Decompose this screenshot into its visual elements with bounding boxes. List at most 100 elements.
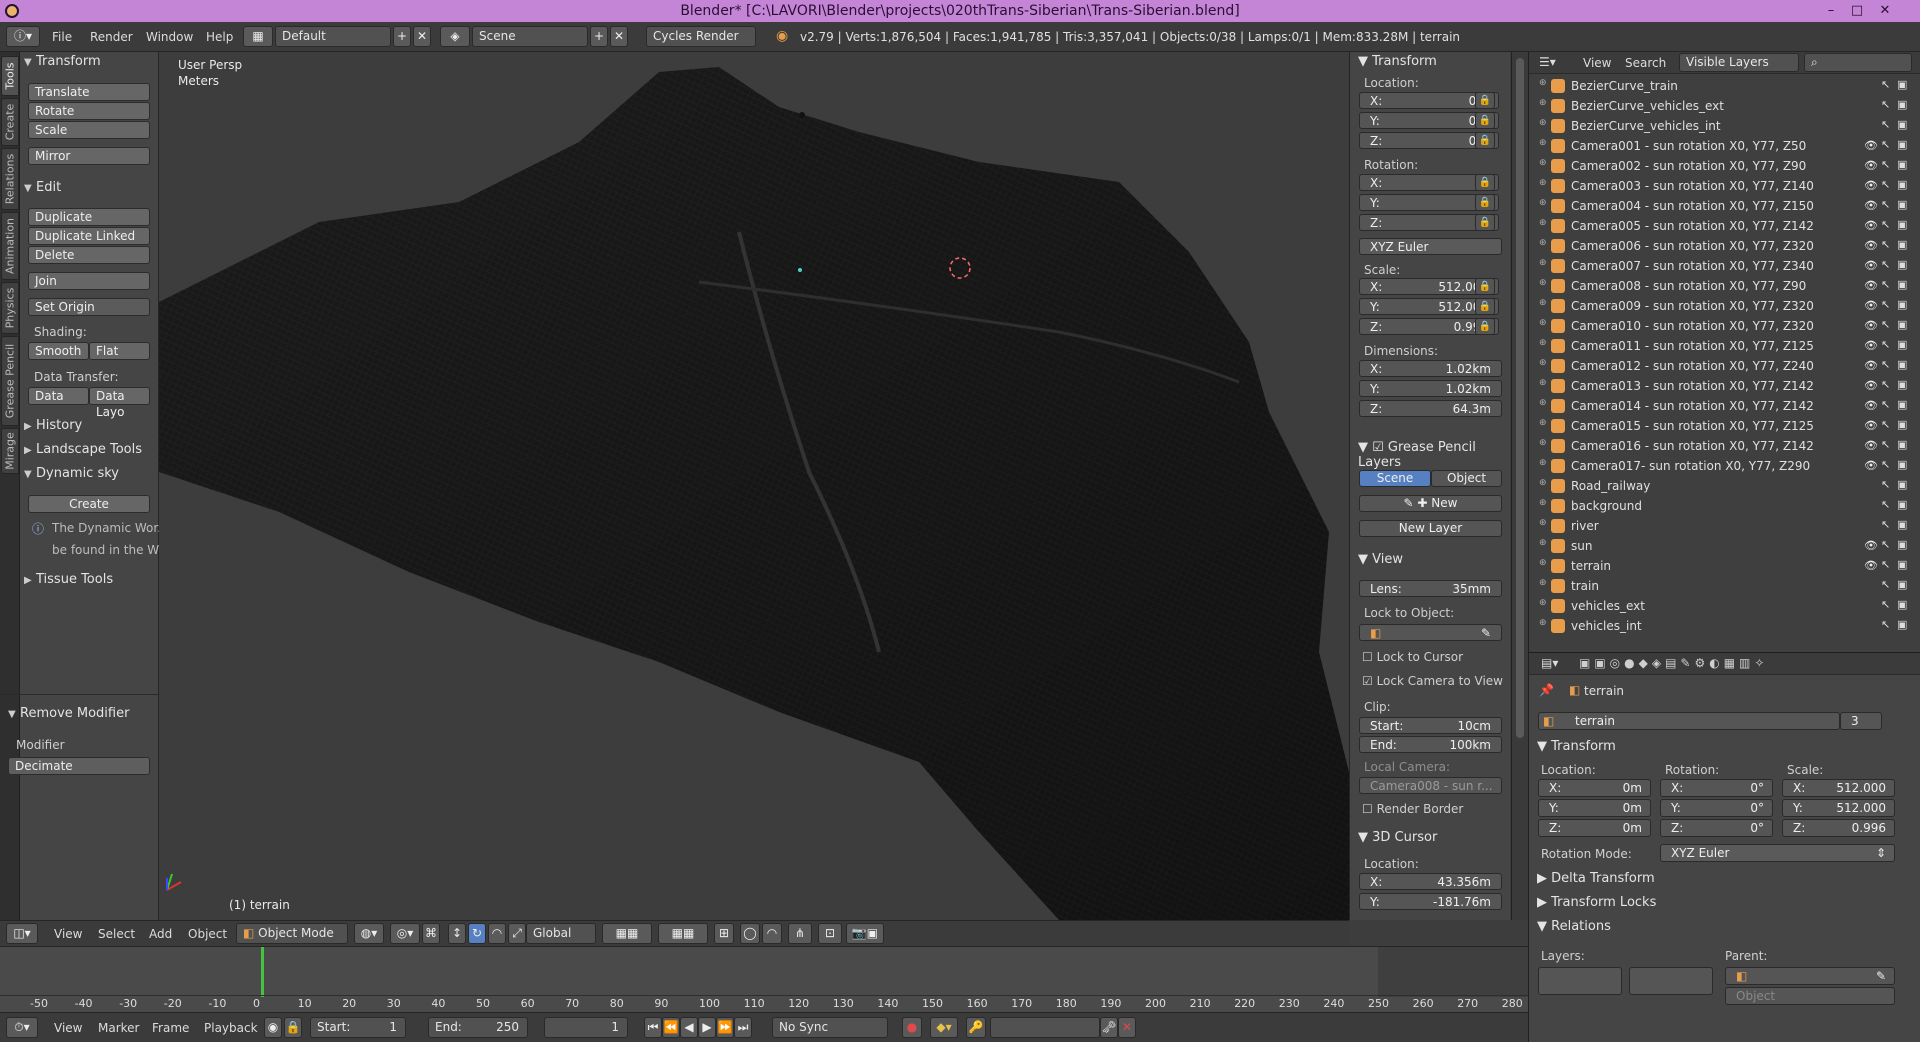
mirror-button[interactable]: Mirror bbox=[28, 147, 150, 165]
outliner-row[interactable]: ⊕ BezierCurve_vehicles_int ↖ ▣ bbox=[1529, 116, 1911, 136]
expand-icon[interactable]: ⊕ bbox=[1539, 618, 1547, 628]
selectable-arrow-icon[interactable]: ↖ bbox=[1881, 218, 1890, 231]
cursor-location-x[interactable]: X: 43.356m bbox=[1359, 873, 1502, 890]
lock-camera-checkbox[interactable]: ☑ Lock Camera to View bbox=[1362, 674, 1503, 688]
use-preview-range-icon[interactable]: ◉ bbox=[264, 1017, 282, 1038]
relations-header[interactable]: ▼ Relations bbox=[1537, 919, 1611, 934]
viewport-menu-add[interactable]: Add bbox=[149, 927, 172, 941]
add-scene-icon[interactable]: + bbox=[590, 26, 608, 47]
viewport-menu-view[interactable]: View bbox=[54, 927, 82, 941]
remove-scene-icon[interactable]: ✕ bbox=[610, 26, 628, 47]
screen-layout-field[interactable]: Default bbox=[275, 26, 391, 47]
visibility-eye-icon[interactable]: 👁 bbox=[1864, 439, 1878, 452]
lens-field[interactable]: Lens: 35mm bbox=[1359, 580, 1502, 597]
selectable-arrow-icon[interactable]: ↖ bbox=[1881, 238, 1890, 251]
outliner-search-input[interactable]: ⌕ bbox=[1804, 53, 1912, 72]
tab-grease-pencil[interactable]: Grease Pencil bbox=[1, 336, 19, 426]
render-camera-icon[interactable]: ▣ bbox=[1897, 558, 1907, 571]
clip-end-field[interactable]: End: 100km bbox=[1359, 736, 1502, 753]
translate-button[interactable]: Translate bbox=[28, 83, 150, 101]
grease-new-button[interactable]: ✎ ✚ New bbox=[1359, 495, 1502, 512]
selectable-arrow-icon[interactable]: ↖ bbox=[1881, 618, 1890, 631]
maximize-icon[interactable]: □ bbox=[1846, 2, 1868, 20]
outliner-row[interactable]: ⊕ Camera017- sun rotation X0, Y77, Z290 👁 ↖… bbox=[1529, 456, 1911, 476]
eyedropper-icon[interactable]: ✎ bbox=[1481, 626, 1491, 640]
render-camera-icon[interactable]: ▣ bbox=[1897, 538, 1907, 551]
property-context-tabs-icon[interactable]: ▣▣◎●◆◈▤✎⚙◐▦▥✧ bbox=[1579, 656, 1768, 670]
add-layout-icon[interactable]: + bbox=[393, 26, 411, 47]
render-camera-icon[interactable]: ▣ bbox=[1897, 198, 1907, 211]
scene-icon[interactable]: ◈ bbox=[440, 26, 470, 47]
expand-icon[interactable]: ⊕ bbox=[1539, 458, 1547, 468]
delta-transform-header[interactable]: ▶ Delta Transform bbox=[1537, 871, 1655, 886]
object-users-count[interactable]: 3 bbox=[1840, 712, 1882, 730]
lock-scale-z-icon[interactable]: 🔒 bbox=[1475, 318, 1495, 335]
render-camera-icon[interactable]: ▣ bbox=[1897, 298, 1907, 311]
outliner-editor-icon[interactable]: ☰▾ bbox=[1539, 55, 1556, 69]
outliner-row[interactable]: ⊕ Camera003 - sun rotation X0, Y77, Z140 👁… bbox=[1529, 176, 1911, 196]
render-camera-icon[interactable]: ▣ bbox=[1897, 598, 1907, 611]
cursor-location-y[interactable]: Y: -181.76m bbox=[1359, 893, 1502, 910]
outliner-row[interactable]: ⊕ Camera002 - sun rotation X0, Y77, Z90 👁 ↖… bbox=[1529, 156, 1911, 176]
outliner-row[interactable]: ⊕ train ↖ ▣ bbox=[1529, 576, 1911, 596]
outliner-row[interactable]: ⊕ Camera001 - sun rotation X0, Y77, Z50 👁 ↖… bbox=[1529, 136, 1911, 156]
render-camera-icon[interactable]: ▣ bbox=[1897, 138, 1907, 151]
viewport-menu-select[interactable]: Select bbox=[98, 927, 135, 941]
record-icon[interactable]: ● bbox=[902, 1017, 922, 1038]
outliner-row[interactable]: ⊕ Camera010 - sun rotation X0, Y77, Z320 👁… bbox=[1529, 316, 1911, 336]
visibility-eye-icon[interactable]: 👁 bbox=[1864, 379, 1878, 392]
render-camera-icon[interactable]: ▣ bbox=[1897, 378, 1907, 391]
visibility-eye-icon[interactable]: 👁 bbox=[1864, 259, 1878, 272]
tab-tools[interactable]: Tools bbox=[1, 56, 19, 96]
create-sky-button[interactable]: Create bbox=[28, 495, 150, 513]
flat-button[interactable]: Flat bbox=[89, 342, 150, 360]
selectable-arrow-icon[interactable]: ↖ bbox=[1881, 198, 1890, 211]
new-layer-button[interactable]: New Layer bbox=[1359, 520, 1502, 537]
minimize-icon[interactable]: – bbox=[1820, 2, 1842, 20]
pivot-point-icon[interactable]: ◎▾ bbox=[390, 923, 420, 944]
expand-icon[interactable]: ⊕ bbox=[1539, 438, 1547, 448]
tab-create[interactable]: Create bbox=[1, 98, 19, 146]
lock-location-y-icon[interactable]: 🔒 bbox=[1475, 112, 1495, 129]
scene-field[interactable]: Scene bbox=[472, 26, 588, 47]
playhead[interactable] bbox=[261, 947, 265, 997]
play-reverse-icon[interactable]: ◀ bbox=[680, 1017, 698, 1038]
selectable-arrow-icon[interactable]: ↖ bbox=[1881, 558, 1890, 571]
visibility-eye-icon[interactable]: 👁 bbox=[1864, 539, 1878, 552]
visibility-eye-icon[interactable]: 👁 bbox=[1864, 199, 1878, 212]
timeline-menu-frame[interactable]: Frame bbox=[152, 1021, 189, 1035]
visibility-eye-icon[interactable]: 👁 bbox=[1864, 559, 1878, 572]
outliner-row[interactable]: ⊕ Camera015 - sun rotation X0, Y77, Z125 👁… bbox=[1529, 416, 1911, 436]
tissue-tools-header[interactable]: ▶ Tissue Tools bbox=[24, 572, 113, 590]
jump-end-icon[interactable]: ⏭ bbox=[734, 1017, 752, 1038]
expand-icon[interactable]: ⊕ bbox=[1539, 318, 1547, 328]
start-frame-field[interactable]: Start: 1 bbox=[310, 1017, 406, 1038]
expand-icon[interactable]: ⊕ bbox=[1539, 418, 1547, 428]
render-camera-icon[interactable]: ▣ bbox=[1897, 78, 1907, 91]
visibility-eye-icon[interactable]: 👁 bbox=[1864, 419, 1878, 432]
n-rotation-mode-select[interactable]: XYZ Euler bbox=[1359, 238, 1502, 255]
visibility-eye-icon[interactable]: 👁 bbox=[1864, 339, 1878, 352]
selectable-arrow-icon[interactable]: ↖ bbox=[1881, 458, 1890, 471]
expand-icon[interactable]: ⊕ bbox=[1539, 298, 1547, 308]
expand-icon[interactable]: ⊕ bbox=[1539, 478, 1547, 488]
n-panel-scrollbar[interactable] bbox=[1511, 52, 1528, 920]
dynamic-sky-header[interactable]: ▼ Dynamic sky bbox=[24, 466, 119, 484]
render-camera-icon[interactable]: ▣ bbox=[1897, 238, 1907, 251]
visibility-eye-icon[interactable]: 👁 bbox=[1864, 139, 1878, 152]
layers-buttons-1[interactable]: ▦▦ bbox=[602, 923, 652, 944]
expand-icon[interactable]: ⊕ bbox=[1539, 158, 1547, 168]
n-transform-header[interactable]: ▼ Transform bbox=[1358, 54, 1437, 69]
render-camera-icon[interactable]: ▣ bbox=[1897, 618, 1907, 631]
lock-rotation-x-icon[interactable]: 🔒 bbox=[1475, 174, 1495, 191]
selectable-arrow-icon[interactable]: ↖ bbox=[1881, 318, 1890, 331]
duplicate-button[interactable]: Duplicate bbox=[28, 208, 150, 226]
selectable-arrow-icon[interactable]: ↖ bbox=[1881, 538, 1890, 551]
outliner-row[interactable]: ⊕ background ↖ ▣ bbox=[1529, 496, 1911, 516]
outliner-row[interactable]: ⊕ Camera006 - sun rotation X0, Y77, Z320 👁… bbox=[1529, 236, 1911, 256]
layers-grid-2[interactable] bbox=[1629, 967, 1713, 995]
visibility-eye-icon[interactable]: 👁 bbox=[1864, 399, 1878, 412]
expand-icon[interactable]: ⊕ bbox=[1539, 498, 1547, 508]
render-camera-icon[interactable]: ▣ bbox=[1897, 258, 1907, 271]
expand-icon[interactable]: ⊕ bbox=[1539, 578, 1547, 588]
